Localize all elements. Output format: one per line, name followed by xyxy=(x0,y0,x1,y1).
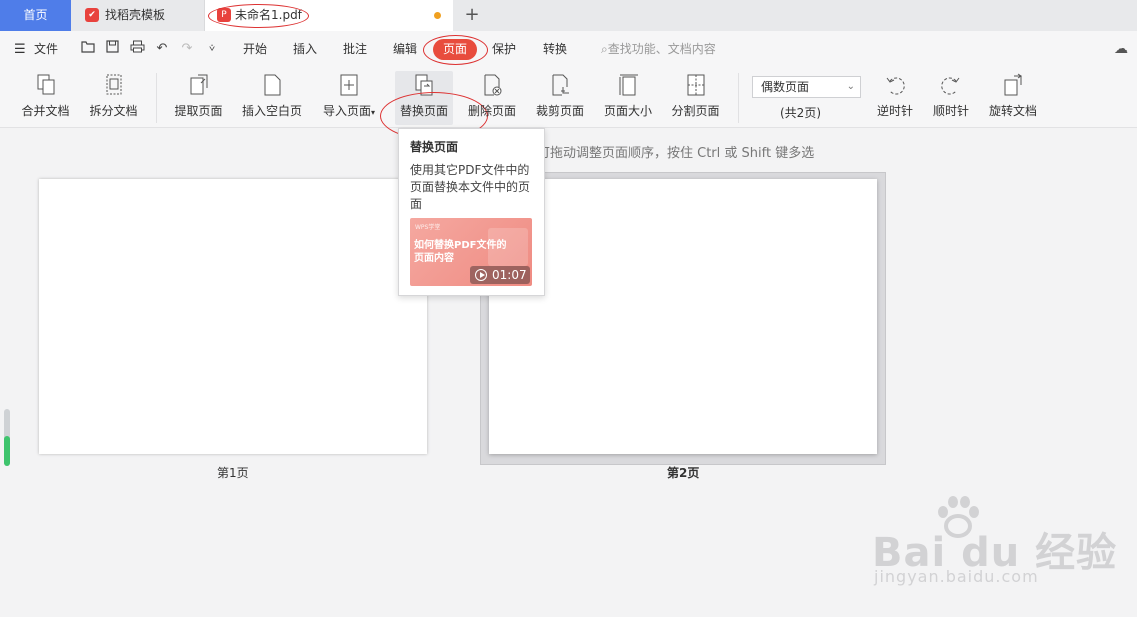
search-icon: ⌕ xyxy=(601,42,608,56)
extract-page-icon xyxy=(190,74,207,95)
chevron-down-icon: ⌄ xyxy=(846,81,855,92)
menu-bar: ☰ 文件 ↶ ↷ ⩒ 开始 插入 批注 编辑 页面 保护 转换 ⌕查找功能、文档内… xyxy=(0,31,1137,67)
merge-icon xyxy=(37,74,54,95)
video-caption: 如何替换PDF文件的页面内容 xyxy=(414,240,507,264)
menu-convert[interactable]: 转换 xyxy=(543,41,567,57)
ribbon-separator xyxy=(738,73,739,123)
watermark-url: jingyan.baidu.com xyxy=(874,567,1039,586)
video-brand-label: WPS学堂 xyxy=(415,224,441,231)
import-pages-label: 导入页面▾ xyxy=(318,104,380,120)
play-icon xyxy=(475,269,487,281)
save-icon[interactable] xyxy=(104,40,120,58)
tooltip-description: 使用其它PDF文件中的页面替换本文件中的页面 xyxy=(410,163,531,211)
undo-icon[interactable]: ↶ xyxy=(154,40,170,58)
open-folder-icon[interactable] xyxy=(80,40,96,58)
tab-home[interactable]: 首页 xyxy=(0,0,71,31)
pdf-file-icon: P xyxy=(217,8,231,22)
rotate-left-icon xyxy=(886,77,905,95)
crop-page-label: 裁剪页面 xyxy=(535,104,584,118)
insert-blank-page-label: 插入空白页 xyxy=(241,104,302,118)
page-range-value: 偶数页面 xyxy=(761,80,810,94)
page-thumbnail-1[interactable] xyxy=(39,179,427,454)
page-2-label: 第2页 xyxy=(667,466,700,480)
tab-templates-label: 找稻壳模板 xyxy=(105,8,166,22)
split-document-button[interactable]: 拆分文档 xyxy=(86,71,141,125)
hamburger-icon: ☰ xyxy=(14,42,26,57)
tutorial-video-thumbnail[interactable]: WPS学堂 如何替换PDF文件的页面内容 01:07 xyxy=(410,218,532,286)
insert-blank-page-button[interactable]: 插入空白页 xyxy=(239,71,305,125)
split-page-label: 分割页面 xyxy=(671,104,720,118)
rotate-clockwise-button[interactable]: 顺时针 xyxy=(929,71,973,125)
rotate-document-icon xyxy=(1004,73,1022,96)
merge-documents-label: 合并文档 xyxy=(21,104,70,118)
import-pages-button[interactable]: 导入页面▾ xyxy=(318,71,380,125)
replace-page-button[interactable]: 替换页面 xyxy=(395,71,453,125)
page-size-icon xyxy=(619,74,638,96)
delete-page-icon xyxy=(484,74,502,96)
tab-bar: 首页 ✔ 找稻壳模板 P 未命名1.pdf + xyxy=(0,0,1137,31)
page-size-button[interactable]: 页面大小 xyxy=(601,71,655,125)
menu-protect[interactable]: 保护 xyxy=(492,41,516,57)
menu-edit[interactable]: 编辑 xyxy=(393,41,417,57)
search-input[interactable]: ⌕查找功能、文档内容 xyxy=(601,41,716,57)
extract-pages-label: 提取页面 xyxy=(174,104,223,118)
crop-page-button[interactable]: 裁剪页面 xyxy=(533,71,587,125)
rotate-right-icon xyxy=(941,77,960,95)
split-page-button[interactable]: 分割页面 xyxy=(668,71,723,125)
new-tab-button[interactable]: + xyxy=(462,4,482,26)
reorder-hint: 可拖动调整页面顺序，按住 Ctrl 或 Shift 键多选 xyxy=(537,146,815,161)
blank-page-icon xyxy=(264,74,281,96)
unsaved-indicator xyxy=(434,12,441,19)
delete-page-button[interactable]: 删除页面 xyxy=(465,71,519,125)
split-document-label: 拆分文档 xyxy=(89,104,138,118)
ribbon-separator xyxy=(156,73,157,123)
ribbon-toolbar: 合并文档 拆分文档 提取页面 插入空白页 导入页面▾ 替换页面 删除页面 裁剪页… xyxy=(0,67,1137,140)
delete-page-label: 删除页面 xyxy=(467,104,516,118)
cloud-sync-icon[interactable]: ☁ xyxy=(1114,41,1128,57)
docer-logo-icon: ✔ xyxy=(85,8,99,22)
replace-page-label: 替换页面 xyxy=(399,104,448,118)
page-thumbnail-2[interactable] xyxy=(489,179,877,454)
rotate-document-label: 旋转文档 xyxy=(988,104,1037,118)
page-size-label: 页面大小 xyxy=(603,104,652,118)
video-duration-text: 01:07 xyxy=(492,268,527,282)
print-icon[interactable] xyxy=(129,40,145,58)
page-range-select[interactable]: 偶数页面 ⌄ xyxy=(752,76,861,98)
left-scrollbar[interactable] xyxy=(4,409,10,466)
split-icon xyxy=(106,74,121,95)
rotate-counterclockwise-label: 逆时针 xyxy=(876,104,913,118)
menu-annotate[interactable]: 批注 xyxy=(343,41,367,57)
import-page-icon xyxy=(340,74,358,96)
scrollbar-thumb[interactable] xyxy=(4,436,10,466)
page-count-label: (共2页) xyxy=(780,106,821,120)
page-1-label: 第1页 xyxy=(217,466,249,480)
split-page-icon xyxy=(687,74,704,96)
redo-icon[interactable]: ↷ xyxy=(179,40,195,58)
menu-insert[interactable]: 插入 xyxy=(293,41,317,57)
file-menu[interactable]: ☰ 文件 xyxy=(14,40,58,58)
rotate-document-button[interactable]: 旋转文档 xyxy=(985,71,1041,125)
import-pages-text: 导入页面 xyxy=(322,104,371,118)
video-duration: 01:07 xyxy=(470,266,530,284)
paw-logo-icon xyxy=(938,496,979,538)
rotate-clockwise-label: 顺时针 xyxy=(932,104,969,118)
tab-document-label: 未命名1.pdf xyxy=(235,8,302,22)
customize-toolbar-icon[interactable]: ⩒ xyxy=(204,40,220,58)
tooltip-title: 替换页面 xyxy=(410,140,459,154)
menu-page[interactable]: 页面 xyxy=(433,39,477,60)
replace-page-tooltip: 替换页面 使用其它PDF文件中的页面替换本文件中的页面 WPS学堂 如何替换PD… xyxy=(398,128,545,296)
file-menu-label: 文件 xyxy=(34,42,59,56)
extract-pages-button[interactable]: 提取页面 xyxy=(171,71,226,125)
baidu-jingyan-watermark: Bai du 经验 jingyan.baidu.com xyxy=(872,496,1117,586)
menu-start[interactable]: 开始 xyxy=(243,41,267,57)
dropdown-arrow-icon: ▾ xyxy=(371,108,376,117)
search-placeholder: 查找功能、文档内容 xyxy=(607,42,716,56)
merge-documents-button[interactable]: 合并文档 xyxy=(18,71,73,125)
tab-document[interactable]: P 未命名1.pdf xyxy=(205,0,453,31)
rotate-counterclockwise-button[interactable]: 逆时针 xyxy=(873,71,917,125)
crop-page-icon xyxy=(552,74,569,96)
tab-templates[interactable]: ✔ 找稻壳模板 xyxy=(71,0,205,31)
replace-page-icon xyxy=(415,74,433,96)
